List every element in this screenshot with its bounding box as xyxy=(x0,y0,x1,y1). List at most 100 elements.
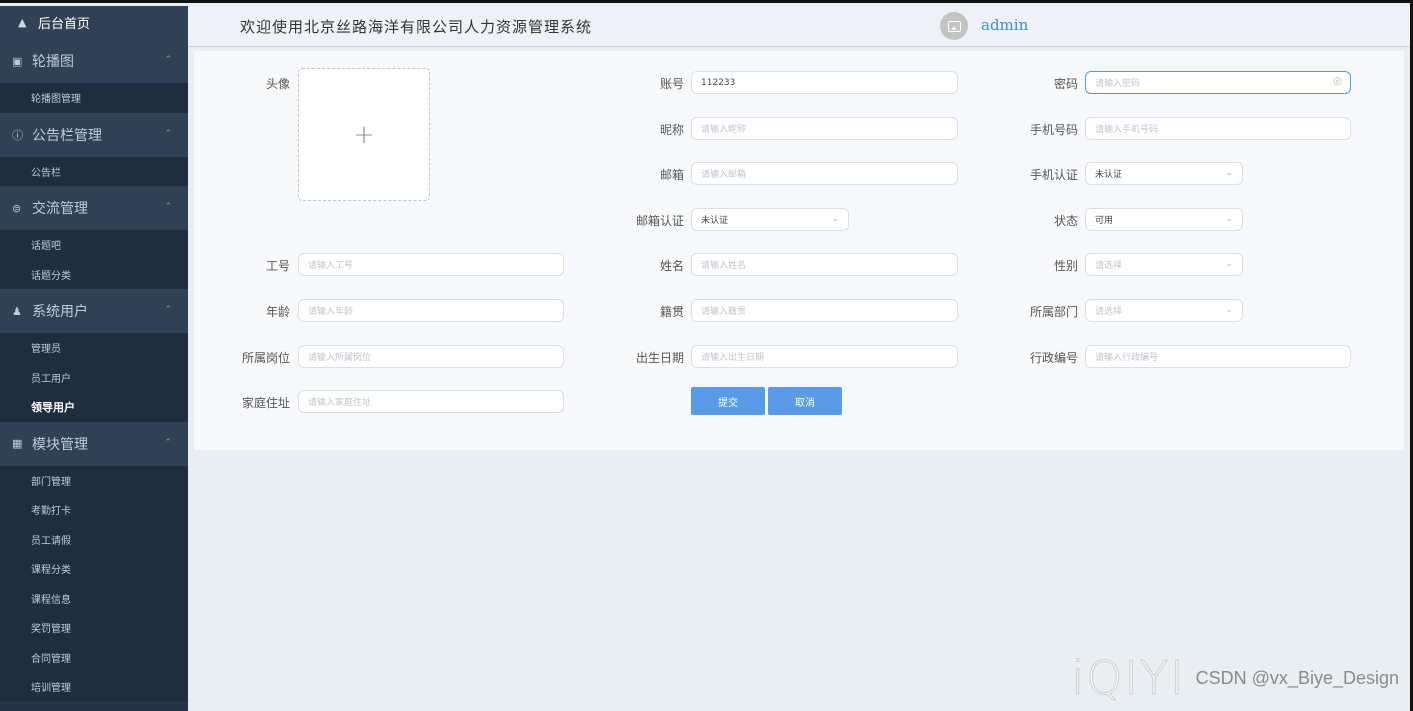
chevron-down-icon: ⌄ xyxy=(1225,259,1233,269)
phone-input[interactable]: 请输入手机号码 xyxy=(1085,117,1351,140)
sidebar-item-dept[interactable]: 部门管理 xyxy=(0,465,188,495)
avatar-uploader[interactable]: + xyxy=(298,68,430,201)
sidebar-home[interactable]: ▲ 后台首页 xyxy=(0,6,188,39)
phone-label: 手机号码 xyxy=(1029,123,1078,137)
post-input[interactable]: 请输入所属岗位 xyxy=(298,345,564,368)
email-label: 邮箱 xyxy=(659,168,684,182)
sidebar-group-label: 公告栏管理 xyxy=(32,127,102,144)
phone-verify-label: 手机认证 xyxy=(1029,168,1078,182)
age-placeholder: 请输入年龄 xyxy=(308,307,354,317)
chevron-up-icon: ⌃ xyxy=(164,202,172,212)
sidebar-item-leave[interactable]: 员工请假 xyxy=(0,524,188,554)
job-no-label: 工号 xyxy=(265,259,290,273)
dept-select[interactable]: 请选择 ⌄ xyxy=(1085,299,1243,322)
native-label: 籍贯 xyxy=(659,305,684,319)
native-placeholder: 请输入籍贯 xyxy=(701,307,747,317)
dept-placeholder: 请选择 xyxy=(1095,307,1123,317)
iqiyi-logo: iQIYI xyxy=(1071,651,1186,706)
sidebar-group-label: 模块管理 xyxy=(32,436,88,453)
sidebar-item-attendance[interactable]: 考勤打卡 xyxy=(0,495,188,525)
chevron-down-icon: ⌄ xyxy=(831,214,839,224)
sidebar-group-carousel[interactable]: ▣ 轮播图 ⌃ xyxy=(0,39,188,83)
nickname-placeholder: 请输入昵称 xyxy=(701,125,747,135)
address-placeholder: 请输入家庭住址 xyxy=(308,398,372,408)
admin-no-placeholder: 请输入行政编号 xyxy=(1095,353,1159,363)
sidebar-item-leader-user[interactable]: 领导用户 xyxy=(0,392,188,422)
account-value: 112233 xyxy=(701,77,736,88)
account-label: 账号 xyxy=(659,77,684,91)
avatar-label: 头像 xyxy=(265,77,290,91)
sidebar-group-forum[interactable]: ⊜ 交流管理 ⌃ xyxy=(0,186,188,230)
chevron-down-icon: ⌄ xyxy=(1225,214,1233,224)
watermark: iQIYI CSDN @vx_Biye_Design xyxy=(1071,651,1399,706)
csdn-credit: CSDN @vx_Biye_Design xyxy=(1195,667,1399,688)
sidebar-item-topic-category[interactable]: 话题分类 xyxy=(0,259,188,289)
chevron-up-icon: ⌃ xyxy=(164,55,172,65)
address-input[interactable]: 请输入家庭住址 xyxy=(298,390,564,413)
submit-button[interactable]: 提交 xyxy=(691,387,765,415)
phone-verify-value: 未认证 xyxy=(1095,170,1123,180)
avatar[interactable] xyxy=(940,12,968,40)
admin-no-label: 行政编号 xyxy=(1029,351,1078,365)
sidebar-item-employee-user[interactable]: 员工用户 xyxy=(0,362,188,392)
eye-icon[interactable]: ◎ xyxy=(1333,76,1342,87)
chevron-up-icon: ⌃ xyxy=(164,128,172,139)
status-select[interactable]: 可用 ⌄ xyxy=(1085,208,1243,231)
sidebar-group-notice[interactable]: ⓘ 公告栏管理 ⌃ xyxy=(0,112,188,157)
sidebar-item-admin[interactable]: 管理员 xyxy=(0,333,188,363)
gender-placeholder: 请选择 xyxy=(1095,261,1123,271)
top-header: 欢迎使用北京丝路海洋有限公司人力资源管理系统 admin xyxy=(188,6,1410,47)
password-label: 密码 xyxy=(1053,77,1078,91)
sidebar-item-reward[interactable]: 奖罚管理 xyxy=(0,613,188,643)
age-label: 年龄 xyxy=(265,305,290,319)
username-link[interactable]: admin xyxy=(981,16,1028,34)
sidebar-group-label: 轮播图 xyxy=(32,54,74,70)
email-verify-select[interactable]: 未认证 ⌄ xyxy=(691,208,849,231)
native-input[interactable]: 请输入籍贯 xyxy=(691,299,958,322)
password-input[interactable]: 请输入密码 ◎ xyxy=(1085,71,1351,94)
birth-input[interactable]: 请输入出生日期 xyxy=(691,345,958,368)
page-title: 欢迎使用北京丝路海洋有限公司人力资源管理系统 xyxy=(240,18,593,36)
user-icon: ♟ xyxy=(12,304,22,318)
sidebar-item-carousel-manage[interactable]: 轮播图管理 xyxy=(0,83,188,113)
sidebar-item-course-category[interactable]: 课程分类 xyxy=(0,554,188,584)
job-no-input[interactable]: 请输入工号 xyxy=(298,253,564,276)
sidebar-item-training[interactable]: 培训管理 xyxy=(0,672,188,702)
sidebar-home-label: 后台首页 xyxy=(38,17,91,32)
home-icon: ▲ xyxy=(18,16,27,29)
name-label: 姓名 xyxy=(659,259,684,273)
plus-icon: + xyxy=(353,119,375,150)
sidebar-group-system-users[interactable]: ♟ 系统用户 ⌃ xyxy=(0,289,188,333)
sidebar-item-notice[interactable]: 公告栏 xyxy=(0,156,188,186)
dept-label: 所属部门 xyxy=(1029,305,1078,319)
image-icon: ▣ xyxy=(12,54,23,68)
sidebar-group-modules[interactable]: ▦ 模块管理 ⌃ xyxy=(0,421,188,466)
name-input[interactable]: 请输入姓名 xyxy=(691,253,958,276)
nickname-input[interactable]: 请输入昵称 xyxy=(691,117,958,140)
name-placeholder: 请输入姓名 xyxy=(701,261,747,271)
status-label: 状态 xyxy=(1053,214,1078,228)
phone-verify-select[interactable]: 未认证 ⌄ xyxy=(1085,162,1243,185)
gender-select[interactable]: 请选择 ⌄ xyxy=(1085,253,1243,276)
email-verify-label: 邮箱认证 xyxy=(635,214,684,228)
cancel-button[interactable]: 取消 xyxy=(768,387,842,415)
admin-no-input[interactable]: 请输入行政编号 xyxy=(1085,345,1351,368)
chevron-up-icon: ⌃ xyxy=(164,437,172,448)
chevron-down-icon: ⌄ xyxy=(1225,168,1233,178)
sidebar-group-label: 交流管理 xyxy=(32,201,88,217)
phone-placeholder: 请输入手机号码 xyxy=(1095,125,1159,135)
email-input[interactable]: 请输入邮箱 xyxy=(691,162,958,185)
sidebar-item-topic-bar[interactable]: 话题吧 xyxy=(0,230,188,260)
image-placeholder-icon xyxy=(947,20,961,32)
sidebar-item-contract[interactable]: 合同管理 xyxy=(0,642,188,672)
job-no-placeholder: 请输入工号 xyxy=(308,261,354,271)
post-label: 所属岗位 xyxy=(241,351,290,365)
chevron-up-icon: ⌃ xyxy=(164,305,172,315)
gender-label: 性别 xyxy=(1053,259,1078,273)
age-input[interactable]: 请输入年龄 xyxy=(298,299,564,322)
account-input[interactable]: 112233 xyxy=(691,71,958,94)
sidebar-item-course-info[interactable]: 课程信息 xyxy=(0,583,188,613)
status-value: 可用 xyxy=(1095,216,1114,226)
app-window: ▲ 后台首页 ▣ 轮播图 ⌃ 轮播图管理 ⓘ 公告栏管理 ⌃ 公告栏 ⊜ 交流管… xyxy=(0,0,1413,711)
post-placeholder: 请输入所属岗位 xyxy=(308,353,372,363)
